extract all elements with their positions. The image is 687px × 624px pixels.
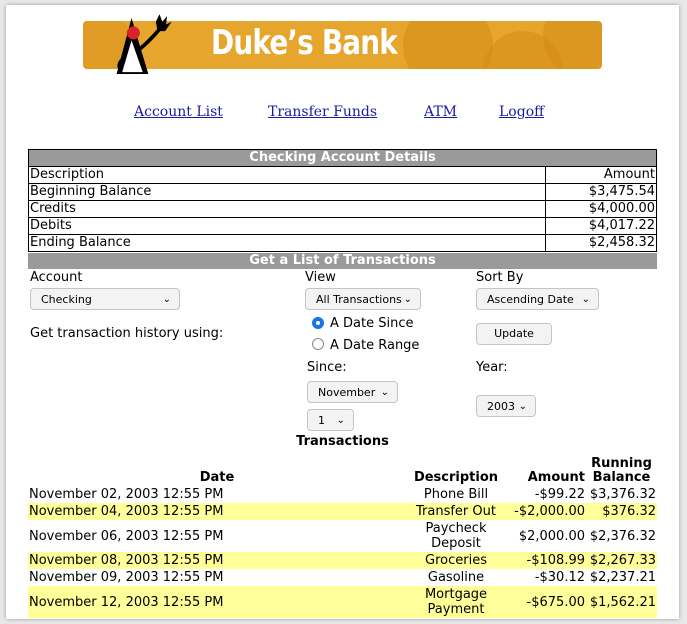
details-row: Credits $4,000.00 bbox=[28, 200, 657, 218]
details-label: Ending Balance bbox=[28, 234, 546, 252]
since-label: Since: bbox=[307, 360, 347, 375]
tx-description-line1: Groceries bbox=[425, 553, 487, 568]
details-row: Beginning Balance $3,475.54 bbox=[28, 183, 657, 201]
chevron-down-icon: ⌄ bbox=[403, 294, 412, 305]
bank-title: Duke’s Bank bbox=[211, 23, 398, 63]
tx-date: November 06, 2003 12:55 PM bbox=[29, 528, 224, 544]
tx-description: Gasoline bbox=[406, 569, 506, 586]
chevron-down-icon: ⌄ bbox=[518, 401, 527, 412]
tx-balance: $1,562.21 bbox=[586, 586, 657, 618]
details-amount: $4,017.22 bbox=[545, 217, 657, 235]
tx-date: November 09, 2003 12:55 PM bbox=[29, 570, 224, 585]
tx-description-line2: Payment bbox=[427, 602, 485, 617]
tx-description-line2: Deposit bbox=[431, 536, 481, 551]
table-row: November 04, 2003 12:55 PM Transfer Out -$… bbox=[28, 503, 657, 520]
year-select[interactable]: 2003 ⌄ bbox=[476, 395, 536, 417]
tx-description: Phone Bill bbox=[406, 486, 506, 503]
details-heading: Checking Account Details bbox=[28, 149, 657, 167]
details-label: Debits bbox=[28, 217, 546, 235]
tx-balance: $2,267.33 bbox=[586, 552, 657, 569]
account-select-value: Checking bbox=[41, 293, 92, 306]
chevron-down-icon: ⌄ bbox=[162, 294, 171, 305]
view-select-value: All Transactions bbox=[316, 293, 402, 306]
sort-select[interactable]: Ascending Date ⌄ bbox=[476, 288, 599, 310]
tx-date: November 04, 2003 12:55 PM bbox=[28, 503, 406, 520]
browser-page: Duke’s Bank Account List Transfer Funds … bbox=[6, 5, 679, 619]
nav-account-list[interactable]: Account List bbox=[134, 104, 223, 120]
tx-amount: -$675.00 bbox=[506, 586, 586, 618]
details-amount: $3,475.54 bbox=[545, 183, 657, 201]
transactions-form-heading: Get a List of Transactions bbox=[28, 253, 657, 269]
view-label: View bbox=[305, 270, 336, 285]
tx-col-amount: Amount bbox=[527, 470, 585, 485]
details-amount: $4,000.00 bbox=[545, 200, 657, 218]
tx-date: November 08, 2003 12:55 PM bbox=[28, 552, 406, 569]
transactions-table: Date Description Amount Running Balance … bbox=[28, 453, 657, 618]
table-row: November 09, 2003 12:55 PM Gasoline -$30.1… bbox=[28, 569, 657, 586]
radio-date-range[interactable] bbox=[312, 338, 324, 350]
tx-description-line1: Paycheck bbox=[425, 521, 487, 536]
radio-date-since[interactable] bbox=[312, 317, 324, 329]
transactions-title: Transactions bbox=[296, 434, 389, 449]
account-select[interactable]: Checking ⌄ bbox=[30, 288, 180, 310]
tx-description: Mortgage Payment bbox=[406, 586, 506, 618]
details-amount: $2,458.32 bbox=[545, 234, 657, 252]
nav-transfer-funds[interactable]: Transfer Funds bbox=[268, 104, 377, 120]
details-label: Beginning Balance bbox=[28, 183, 546, 201]
history-label: Get transaction history using: bbox=[30, 326, 224, 341]
tx-description-line1: Mortgage bbox=[424, 587, 488, 602]
month-select-value: November bbox=[318, 386, 376, 399]
table-row: November 06, 2003 12:55 PM Paycheck Deposi… bbox=[28, 520, 657, 552]
account-details-table: Checking Account Details Description Amo… bbox=[28, 149, 657, 252]
tx-amount: -$99.22 bbox=[534, 487, 585, 502]
month-select[interactable]: November ⌄ bbox=[307, 381, 398, 403]
year-label: Year: bbox=[476, 360, 508, 375]
tx-col-description: Description bbox=[413, 470, 499, 485]
tx-date: November 02, 2003 12:55 PM bbox=[29, 487, 224, 502]
details-col-description: Description bbox=[28, 166, 546, 184]
radio-date-since-label: A Date Since bbox=[330, 316, 414, 331]
nav-logoff[interactable]: Logoff bbox=[499, 104, 544, 120]
tx-balance: $2,237.21 bbox=[589, 570, 656, 585]
details-label: Credits bbox=[28, 200, 546, 218]
radio-date-range-label: A Date Range bbox=[330, 338, 420, 353]
details-col-amount: Amount bbox=[545, 166, 657, 184]
tx-balance: $2,376.32 bbox=[589, 528, 656, 544]
tx-amount: -$108.99 bbox=[506, 552, 586, 569]
tx-col-running-line2: Balance bbox=[592, 470, 651, 485]
tx-balance: $3,376.32 bbox=[589, 487, 656, 502]
chevron-down-icon: ⌄ bbox=[380, 387, 389, 398]
nav-atm[interactable]: ATM bbox=[424, 104, 457, 120]
tx-description-line1: Gasoline bbox=[427, 570, 485, 585]
tx-amount: $2,000.00 bbox=[518, 528, 585, 544]
duke-mascot-icon bbox=[116, 14, 172, 74]
sort-select-value: Ascending Date bbox=[487, 293, 574, 306]
tx-balance: $376.32 bbox=[586, 503, 657, 520]
table-row: November 02, 2003 12:55 PM Phone Bill -$99… bbox=[28, 486, 657, 503]
tx-description-line1: Transfer Out bbox=[416, 504, 496, 519]
day-select-value: 1 bbox=[318, 414, 325, 427]
tx-col-running-line1: Running bbox=[591, 456, 652, 471]
tx-description: Paycheck Deposit bbox=[406, 520, 506, 552]
details-row: Ending Balance $2,458.32 bbox=[28, 234, 657, 252]
tx-col-running-balance: Running Balance bbox=[586, 453, 657, 486]
table-row: November 12, 2003 12:55 PM Mortgage Paymen… bbox=[28, 586, 657, 618]
tx-amount: -$30.12 bbox=[534, 570, 585, 585]
tx-description: Groceries bbox=[406, 552, 506, 569]
details-row: Debits $4,017.22 bbox=[28, 217, 657, 235]
view-select[interactable]: All Transactions ⌄ bbox=[305, 288, 421, 310]
year-select-value: 2003 bbox=[487, 400, 515, 413]
update-button[interactable]: Update bbox=[476, 323, 552, 345]
chevron-down-icon: ⌄ bbox=[581, 294, 590, 305]
tx-amount: -$2,000.00 bbox=[506, 503, 586, 520]
table-row: November 08, 2003 12:55 PM Groceries -$108… bbox=[28, 552, 657, 569]
account-label: Account bbox=[30, 270, 83, 285]
tx-description: Transfer Out bbox=[406, 503, 506, 520]
tx-col-date: Date bbox=[199, 470, 235, 485]
chevron-down-icon: ⌄ bbox=[336, 415, 345, 426]
sort-label: Sort By bbox=[476, 270, 524, 285]
tx-date: November 12, 2003 12:55 PM bbox=[28, 586, 406, 618]
day-select[interactable]: 1 ⌄ bbox=[307, 409, 354, 431]
tx-description-line1: Phone Bill bbox=[423, 487, 489, 502]
